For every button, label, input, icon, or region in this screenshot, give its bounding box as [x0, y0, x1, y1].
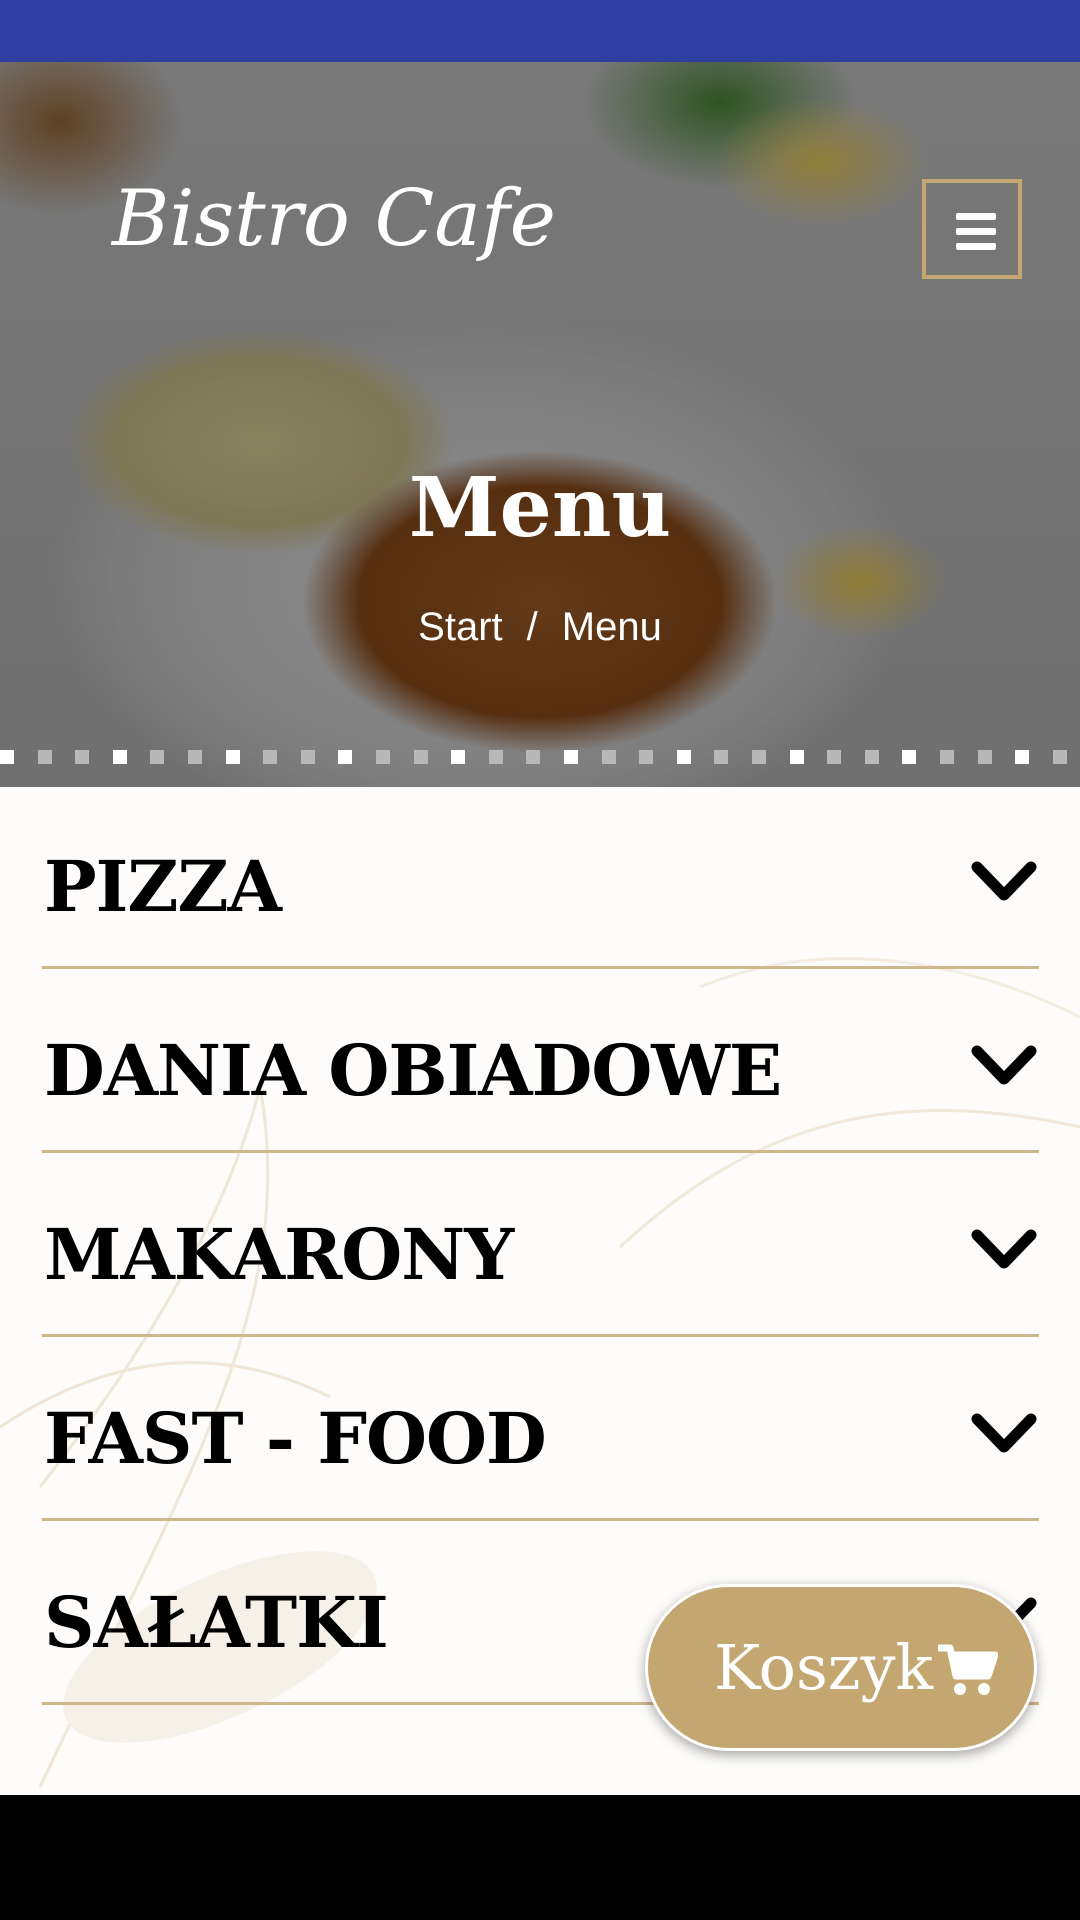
- dash-segment: [414, 750, 428, 764]
- category-label: PIZZA: [44, 845, 282, 928]
- dash-segment: [639, 750, 653, 764]
- decorative-dash-border: [0, 750, 1080, 764]
- dash-segment: [827, 750, 841, 764]
- dash-segment: [188, 750, 202, 764]
- cart-button[interactable]: Koszyk: [645, 1584, 1037, 1751]
- cart-label: Koszyk: [714, 1631, 934, 1704]
- menu-category-dania-obiadowe[interactable]: DANIA OBIADOWE: [42, 971, 1039, 1153]
- dash-segment: [376, 750, 390, 764]
- dash-segment: [489, 750, 503, 764]
- dash-segment: [226, 750, 240, 764]
- dash-segment: [790, 750, 804, 764]
- dash-segment: [75, 750, 89, 764]
- dash-segment: [38, 750, 52, 764]
- chevron-down-icon: [971, 861, 1037, 901]
- dash-segment: [263, 750, 277, 764]
- menu-category-makarony[interactable]: MAKARONY: [42, 1155, 1039, 1337]
- category-label: FAST - FOOD: [44, 1397, 547, 1480]
- status-bar: [0, 0, 1080, 62]
- navigation-bar: [0, 1795, 1080, 1920]
- menu-category-pizza[interactable]: PIZZA: [42, 787, 1039, 969]
- menu-toggle-button[interactable]: [922, 179, 1022, 279]
- dash-segment: [865, 750, 879, 764]
- breadcrumb-current: Menu: [561, 605, 662, 649]
- category-label: DANIA OBIADOWE: [44, 1029, 782, 1112]
- dash-segment: [1015, 750, 1029, 764]
- category-label: SAŁATKI: [44, 1581, 389, 1664]
- menu-category-fast-food[interactable]: FAST - FOOD: [42, 1339, 1039, 1521]
- dash-segment: [564, 750, 578, 764]
- hero-overlay: [0, 62, 1080, 787]
- dash-segment: [150, 750, 164, 764]
- shopping-cart-icon: [938, 1644, 998, 1695]
- breadcrumb-separator: /: [526, 605, 538, 649]
- dash-segment: [526, 750, 540, 764]
- dash-segment: [113, 750, 127, 764]
- chevron-down-icon: [971, 1413, 1037, 1453]
- category-label: MAKARONY: [44, 1213, 514, 1296]
- dash-segment: [1053, 750, 1067, 764]
- chevron-down-icon: [971, 1045, 1037, 1085]
- dash-segment: [451, 750, 465, 764]
- site-logo[interactable]: Bistro Cafe: [112, 180, 556, 258]
- dash-segment: [301, 750, 315, 764]
- dash-segment: [714, 750, 728, 764]
- chevron-down-icon: [971, 1229, 1037, 1269]
- dash-segment: [752, 750, 766, 764]
- breadcrumb: Start / Menu: [0, 607, 1080, 647]
- page-title: Menu: [408, 460, 672, 556]
- dash-segment: [0, 750, 14, 764]
- dash-segment: [940, 750, 954, 764]
- hero-banner: Bistro Cafe Menu Start / Menu: [0, 62, 1080, 787]
- dash-segment: [677, 750, 691, 764]
- dash-segment: [978, 750, 992, 764]
- breadcrumb-home-link[interactable]: Start: [418, 605, 502, 649]
- dash-segment: [902, 750, 916, 764]
- dash-segment: [338, 750, 352, 764]
- dash-segment: [602, 750, 616, 764]
